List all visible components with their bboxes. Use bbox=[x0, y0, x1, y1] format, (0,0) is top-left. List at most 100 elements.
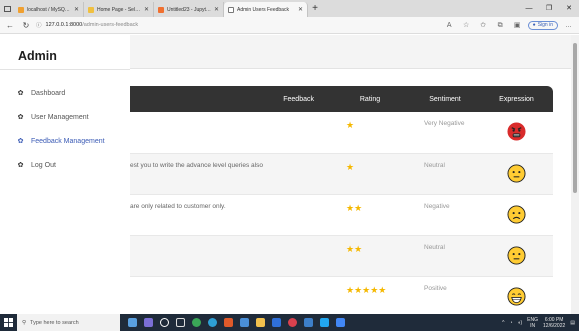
url-host: 127.0.0.1:8000 bbox=[45, 22, 83, 28]
browser-tab-home[interactable]: Home Page - Select or create a n ✕ bbox=[84, 2, 154, 17]
table-row: ★ Very Negative bbox=[130, 112, 553, 153]
info-icon[interactable]: ⓘ bbox=[36, 21, 42, 29]
sidebar-item-feedback-management[interactable]: ✿ Feedback Management bbox=[16, 135, 105, 147]
sidebar-item-dashboard[interactable]: ✿ Dashboard bbox=[16, 87, 105, 99]
tab-title: Admin Users Feedback bbox=[237, 6, 289, 13]
table-row: ★★★★★ Positive bbox=[130, 276, 553, 314]
window-menu-icon[interactable] bbox=[0, 0, 14, 17]
jupyter-favicon-icon bbox=[158, 6, 164, 13]
table-row: est you to write the advance level queri… bbox=[130, 153, 553, 194]
edge-icon[interactable] bbox=[208, 318, 217, 327]
sidebar-item-user-management[interactable]: ✿ User Management bbox=[16, 111, 105, 123]
office-icon[interactable] bbox=[224, 318, 233, 327]
url-path: /admin-users-feedback bbox=[82, 22, 139, 28]
lang-region: IN bbox=[530, 322, 536, 329]
favorites-add-icon[interactable]: ☆ bbox=[460, 20, 473, 31]
rating-cell: ★ bbox=[346, 161, 355, 172]
sidebar-item-label: User Management bbox=[31, 113, 89, 121]
table-row: are only related to customer only. ★★ Ne… bbox=[130, 194, 553, 235]
browser-tab-phpmyadmin[interactable]: localhost / MySQL | phpMyAdmin ✕ bbox=[14, 2, 84, 17]
brand-title: Admin bbox=[18, 49, 57, 63]
close-tab-icon[interactable]: ✕ bbox=[214, 6, 219, 13]
neutral-face-icon bbox=[507, 163, 526, 183]
more-menu-icon[interactable]: ... bbox=[562, 20, 575, 31]
vscode-icon[interactable] bbox=[320, 318, 329, 327]
sign-in-button[interactable]: ● Sign in bbox=[527, 20, 558, 30]
clock-date: 12/6/2022 bbox=[543, 322, 566, 329]
sentiment-cell: Neutral bbox=[424, 243, 445, 251]
read-aloud-icon[interactable]: A bbox=[443, 20, 456, 31]
page-scrollbar[interactable] bbox=[571, 35, 579, 314]
close-tab-icon[interactable]: ✕ bbox=[74, 6, 79, 13]
sidebar-item-log-out[interactable]: ✿ Log Out bbox=[16, 159, 105, 171]
network-icon[interactable]: ◔ bbox=[509, 320, 512, 326]
sentiment-cell: Neutral bbox=[424, 161, 445, 169]
notification-icon[interactable]: ▤ bbox=[570, 320, 575, 326]
close-tab-icon[interactable]: ✕ bbox=[298, 6, 303, 13]
sidebar-divider bbox=[0, 69, 130, 70]
header-sentiment: Sentiment bbox=[429, 95, 461, 103]
new-tab-button[interactable]: + bbox=[308, 2, 322, 17]
file-explorer-icon[interactable] bbox=[256, 318, 265, 327]
expression-cell bbox=[480, 153, 553, 194]
app-icon[interactable] bbox=[288, 318, 297, 327]
scrollbar-thumb[interactable] bbox=[573, 43, 577, 193]
feedback-cell: are only related to customer only. bbox=[130, 202, 226, 210]
sidebar-item-label: Log Out bbox=[31, 161, 56, 169]
profile-icon: ● bbox=[532, 22, 536, 28]
rating-cell: ★★ bbox=[346, 243, 363, 254]
favorites-icon[interactable]: ✩ bbox=[477, 20, 490, 31]
sign-in-label: Sign in bbox=[537, 22, 553, 28]
app2-icon[interactable] bbox=[336, 318, 345, 327]
browser-tab-admin-feedback[interactable]: Admin Users Feedback ✕ bbox=[224, 2, 308, 17]
close-window-icon[interactable]: ✕ bbox=[559, 0, 579, 17]
taskbar-search-placeholder: Type here to search bbox=[30, 319, 79, 326]
feedback-cell: est you to write the advance level queri… bbox=[130, 161, 263, 169]
task-view-icon[interactable] bbox=[176, 318, 185, 327]
cortana-icon[interactable] bbox=[160, 318, 169, 327]
restore-icon[interactable]: ❐ bbox=[539, 0, 559, 17]
browser-tab-jupyter[interactable]: Untitled23 - Jupyter Notebook ✕ bbox=[154, 2, 224, 17]
angry-face-icon bbox=[507, 122, 526, 141]
feedback-table: Feedback Rating Sentiment Expression ★ V… bbox=[130, 86, 553, 314]
url-field[interactable]: ⓘ 127.0.0.1:8000/admin-users-feedback bbox=[36, 20, 439, 31]
taskbar-search[interactable]: ⚲ Type here to search bbox=[17, 314, 120, 331]
home-favicon-icon bbox=[88, 6, 94, 13]
rating-cell: ★★★★★ bbox=[346, 284, 387, 295]
teams-icon[interactable] bbox=[144, 318, 153, 327]
widgets-icon[interactable] bbox=[128, 318, 137, 327]
close-tab-icon[interactable]: ✕ bbox=[144, 6, 149, 13]
tab-title: localhost / MySQL | phpMyAdmin bbox=[27, 6, 71, 13]
tray-chevron-icon[interactable]: ^ bbox=[502, 320, 504, 326]
chrome-icon[interactable] bbox=[192, 318, 201, 327]
system-tray: ^ ◔ ◖) ENG IN 6:00 PM 12/6/2022 ▤ bbox=[502, 317, 579, 329]
python-icon[interactable] bbox=[304, 318, 313, 327]
sentiment-cell: Positive bbox=[424, 284, 447, 292]
refresh-icon[interactable]: ↻ bbox=[20, 21, 32, 30]
feedback-cell bbox=[130, 276, 330, 314]
dashboard-icon: ✿ bbox=[17, 90, 24, 97]
mail-icon[interactable] bbox=[272, 318, 281, 327]
browser-tab-strip: localhost / MySQL | phpMyAdmin ✕ Home Pa… bbox=[0, 0, 579, 17]
rating-cell: ★★ bbox=[346, 202, 363, 213]
volume-icon[interactable]: ◖) bbox=[517, 320, 522, 326]
extensions-icon[interactable]: ▣ bbox=[511, 20, 524, 31]
sidebar: Admin ✿ Dashboard ✿ User Management ✿ Fe… bbox=[0, 35, 130, 314]
window-controls: — ❐ ✕ bbox=[519, 0, 579, 17]
tray-language[interactable]: ENG IN bbox=[527, 317, 538, 329]
tray-clock[interactable]: 6:00 PM 12/6/2022 bbox=[543, 317, 565, 329]
collections-icon[interactable]: ⧉ bbox=[494, 20, 507, 31]
back-arrow-icon[interactable]: ← bbox=[4, 21, 16, 30]
minimize-icon[interactable]: — bbox=[519, 0, 539, 17]
header-feedback: Feedback bbox=[283, 95, 314, 103]
store-icon[interactable] bbox=[240, 318, 249, 327]
sentiment-cell: Very Negative bbox=[424, 120, 465, 127]
header-expression: Expression bbox=[499, 95, 534, 103]
grinning-face-icon bbox=[507, 286, 526, 306]
feedback-icon: ✿ bbox=[17, 138, 24, 145]
phpmyadmin-favicon-icon bbox=[18, 6, 24, 13]
windows-taskbar: ⚲ Type here to search ^ ◔ ◖) ENG IN 6:00 … bbox=[0, 314, 579, 331]
windows-start-icon[interactable] bbox=[0, 314, 17, 331]
rating-cell: ★ bbox=[346, 120, 355, 130]
sidebar-menu: ✿ Dashboard ✿ User Management ✿ Feedback… bbox=[16, 87, 105, 183]
